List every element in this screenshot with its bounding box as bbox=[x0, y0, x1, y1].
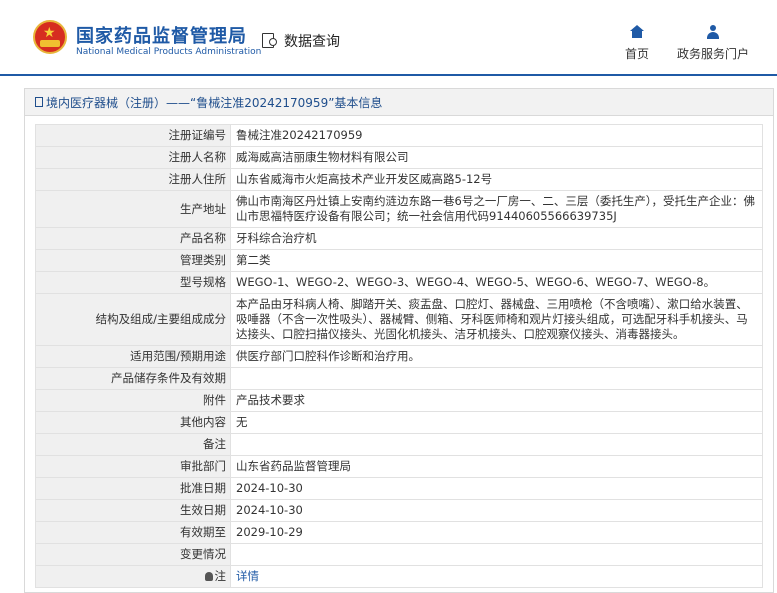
breadcrumb-text: 境内医疗器械（注册）——“鲁械注准20242170959”基本信息 bbox=[46, 95, 383, 110]
row-value bbox=[230, 367, 763, 390]
note-value: 详情 bbox=[230, 565, 763, 588]
row-value: 无 bbox=[230, 411, 763, 434]
row-label: 变更情况 bbox=[35, 543, 231, 566]
table-row: 注册人住所 山东省威海市火炬高技术产业开发区威高路5-12号 bbox=[35, 168, 763, 191]
row-value: 本产品由牙科病人椅、脚踏开关、痰盂盘、口腔灯、器械盘、三用喷枪（不含喷嘴）、漱口… bbox=[230, 293, 763, 346]
table-row: 管理类别 第二类 bbox=[35, 249, 763, 272]
row-label: 管理类别 bbox=[35, 249, 231, 272]
site-header: ★ 国家药品监督管理局 National Medical Products Ad… bbox=[0, 0, 777, 76]
table-row: 结构及组成/主要组成成分 本产品由牙科病人椅、脚踏开关、痰盂盘、口腔灯、器械盘、三… bbox=[35, 293, 763, 346]
table-row: 适用范围/预期用途 供医疗部门口腔科作诊断和治疗用。 bbox=[35, 345, 763, 368]
detail-panel: 境内医疗器械（注册）——“鲁械注准20242170959”基本信息 注册证编号鲁… bbox=[24, 88, 774, 593]
data-query-icon bbox=[262, 32, 280, 50]
table-row: 变更情况 bbox=[35, 543, 763, 566]
nav-home[interactable]: 首页 bbox=[625, 25, 649, 62]
row-value: 山东省药品监督管理局 bbox=[230, 455, 763, 478]
row-label: 其他内容 bbox=[35, 411, 231, 434]
nav-home-label: 首页 bbox=[625, 47, 650, 61]
lightbulb-icon bbox=[204, 572, 213, 581]
row-value bbox=[230, 543, 763, 566]
row-label: 备注 bbox=[35, 433, 231, 456]
row-value: 牙科综合治疗机 bbox=[230, 227, 763, 250]
row-value: 2024-10-30 bbox=[230, 499, 763, 522]
table-row: 有效期至 2029-10-29 bbox=[35, 521, 763, 544]
row-label: 注册人名称 bbox=[35, 146, 231, 169]
row-label: 附件 bbox=[35, 389, 231, 412]
brand-subtitle: National Medical Products Administration bbox=[76, 47, 262, 57]
table-row: 其他内容无 bbox=[35, 411, 763, 434]
row-value: 产品技术要求 bbox=[230, 389, 763, 412]
table-row: 生效日期 2024-10-30 bbox=[35, 499, 763, 522]
row-label: 产品储存条件及有效期 bbox=[35, 367, 231, 390]
home-icon bbox=[630, 25, 644, 39]
note-row: 注 详情 bbox=[35, 565, 763, 588]
row-value: 山东省威海市火炬高技术产业开发区威高路5-12号 bbox=[230, 168, 763, 191]
table-row: 备注 bbox=[35, 433, 763, 456]
table-row: 产品储存条件及有效期 bbox=[35, 367, 763, 390]
row-value: 第二类 bbox=[230, 249, 763, 272]
national-emblem-icon: ★ bbox=[33, 20, 67, 54]
row-value: 鲁械注准20242170959 bbox=[230, 124, 763, 147]
row-label: 结构及组成/主要组成成分 bbox=[35, 293, 231, 346]
nav-service-portal[interactable]: 政务服务门户 bbox=[677, 25, 749, 62]
row-label: 生效日期 bbox=[35, 499, 231, 522]
table-row: 型号规格 WEGO-1、WEGO-2、WEGO-3、WEGO-4、WEGO-5、W… bbox=[35, 271, 763, 294]
brand-title[interactable]: 国家药品监督管理局 bbox=[76, 22, 247, 48]
row-value: WEGO-1、WEGO-2、WEGO-3、WEGO-4、WEGO-5、WEGO-… bbox=[230, 271, 763, 294]
row-label: 有效期至 bbox=[35, 521, 231, 544]
row-value: 供医疗部门口腔科作诊断和治疗用。 bbox=[230, 345, 763, 368]
table-row: 批准日期 2024-10-30 bbox=[35, 477, 763, 500]
document-icon bbox=[35, 97, 43, 107]
table-row: 审批部门 山东省药品监督管理局 bbox=[35, 455, 763, 478]
row-label: 审批部门 bbox=[35, 455, 231, 478]
row-label: 产品名称 bbox=[35, 227, 231, 250]
note-label: 注 bbox=[214, 569, 227, 583]
row-value: 2024-10-30 bbox=[230, 477, 763, 500]
info-table: 注册证编号 鲁械注准20242170959 注册人名称 威海威高洁丽康生物材料有限公… bbox=[35, 124, 763, 588]
row-value: 威海威高洁丽康生物材料有限公司 bbox=[230, 146, 763, 169]
row-label: 批准日期 bbox=[35, 477, 231, 500]
row-value: 2029-10-29 bbox=[230, 521, 763, 544]
row-label: 生产地址 bbox=[35, 190, 231, 228]
user-icon bbox=[706, 25, 720, 39]
row-label: 型号规格 bbox=[35, 271, 231, 294]
row-label: 注册人住所 bbox=[35, 168, 231, 191]
details-link[interactable]: 详情 bbox=[236, 569, 259, 583]
table-row: 注册证编号 鲁械注准20242170959 bbox=[35, 124, 763, 147]
table-row: 产品名称 牙科综合治疗机 bbox=[35, 227, 763, 250]
table-row: 生产地址 佛山市南海区丹灶镇上安南约涟边东路一巷6号之一厂房一、二、三层（委托生产… bbox=[35, 190, 763, 228]
note-label-cell: 注 bbox=[35, 565, 231, 588]
nav-portal-label: 政务服务门户 bbox=[677, 47, 750, 61]
row-label: 注册证编号 bbox=[35, 124, 231, 147]
data-query-label: 数据查询 bbox=[284, 34, 340, 50]
row-label: 适用范围/预期用途 bbox=[35, 345, 231, 368]
table-row: 注册人名称 威海威高洁丽康生物材料有限公司 bbox=[35, 146, 763, 169]
row-value: 佛山市南海区丹灶镇上安南约涟边东路一巷6号之一厂房一、二、三层（委托生产），受托… bbox=[230, 190, 763, 228]
table-row: 附件 产品技术要求 bbox=[35, 389, 763, 412]
row-value bbox=[230, 433, 763, 456]
breadcrumb: 境内医疗器械（注册）——“鲁械注准20242170959”基本信息 bbox=[25, 89, 773, 116]
data-query-link[interactable]: 数据查询 bbox=[262, 31, 340, 51]
